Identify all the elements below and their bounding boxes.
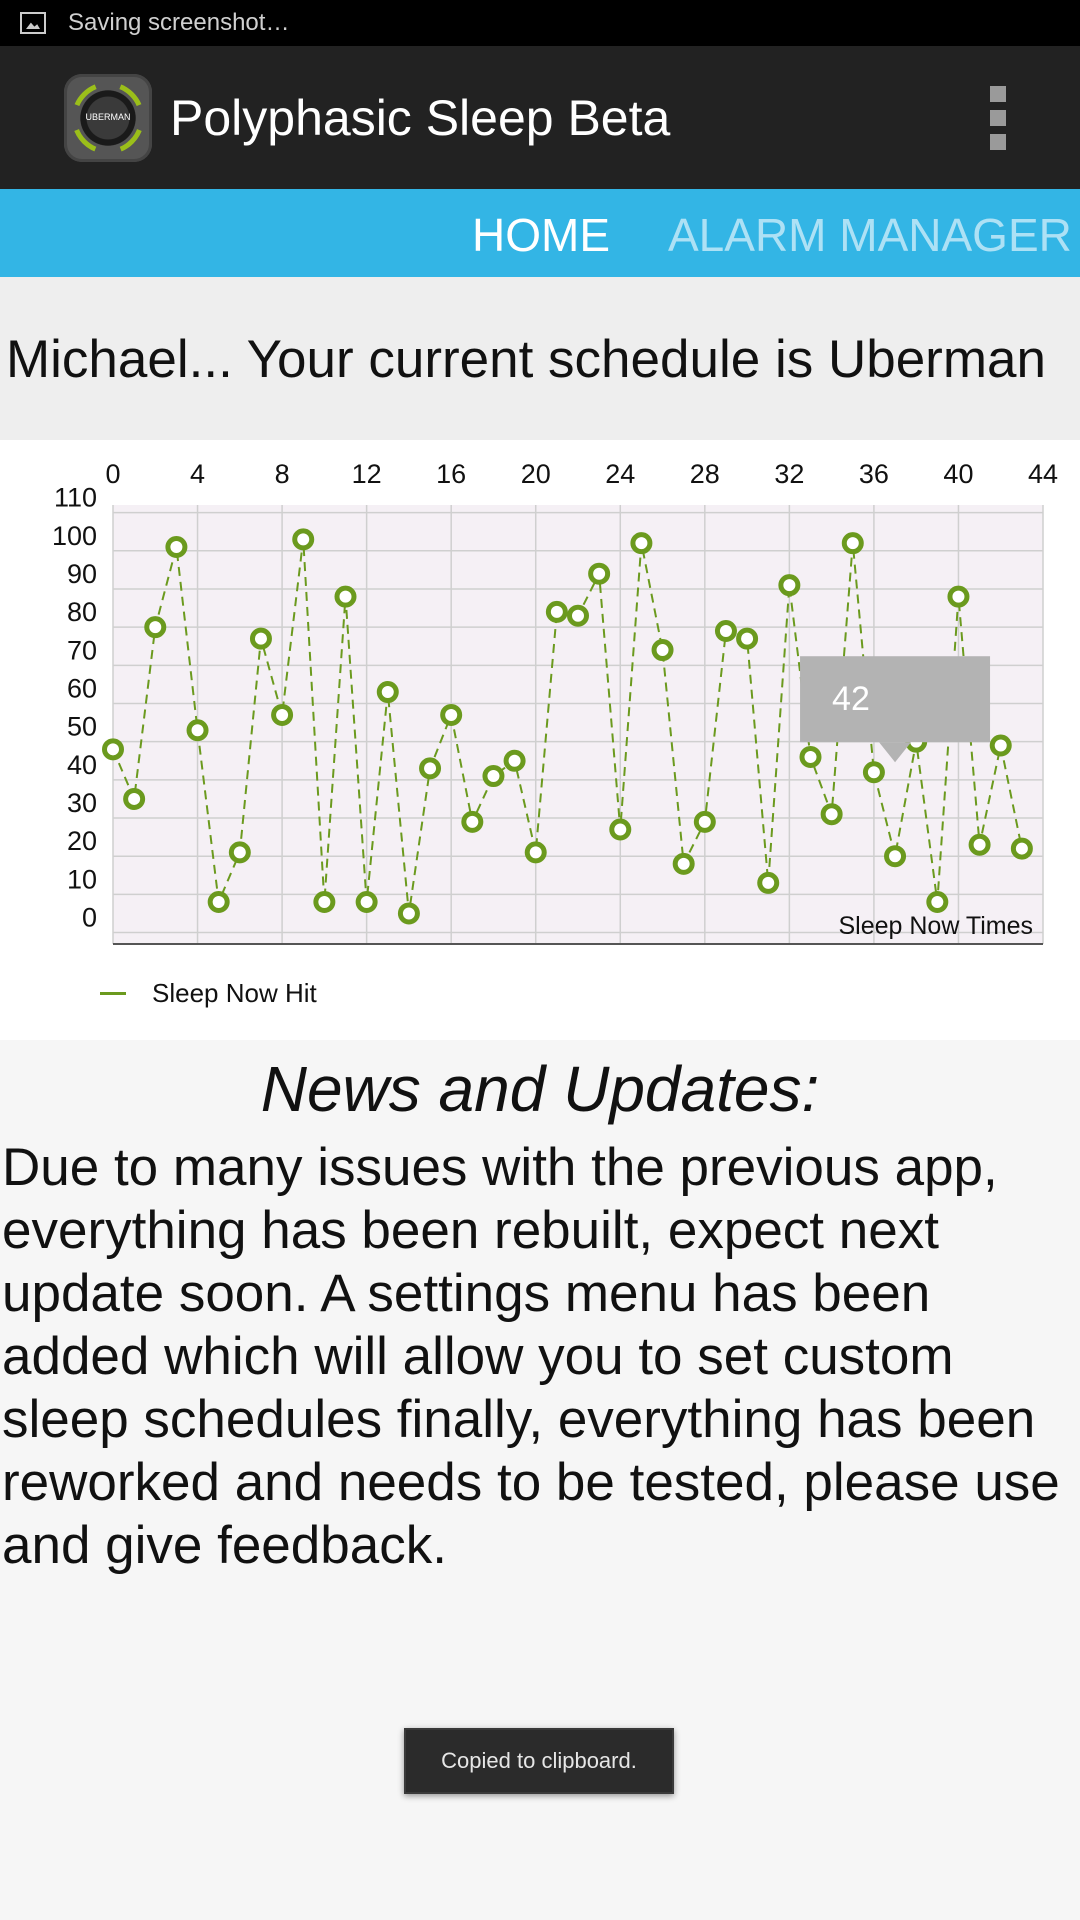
- x-tick-label: 40: [943, 459, 973, 489]
- news-body: Due to many issues with the previous app…: [2, 1138, 1060, 1575]
- data-point: [947, 585, 970, 608]
- y-tick-label: 40: [67, 750, 97, 780]
- y-tick-label: 110: [54, 483, 97, 513]
- data-point: [503, 749, 526, 772]
- overflow-menu-icon[interactable]: [990, 86, 1006, 150]
- y-tick-label: 30: [67, 788, 97, 818]
- x-tick-label: 24: [605, 459, 635, 489]
- news-title: News and Updates:: [260, 1053, 820, 1125]
- y-tick-label: 90: [67, 559, 97, 589]
- tab-alarm-manager[interactable]: ALARM MANAGER: [668, 189, 1072, 277]
- tab-home[interactable]: HOME: [472, 189, 610, 277]
- data-point: [862, 761, 885, 784]
- x-tick-label: 0: [105, 459, 120, 489]
- app-logo-icon[interactable]: UBERMAN: [64, 73, 152, 162]
- data-point: [165, 535, 188, 558]
- data-point: [588, 562, 611, 585]
- y-tick-label: 100: [52, 521, 97, 551]
- screenshot-icon: [20, 12, 46, 34]
- toast-message: Copied to clipboard.: [404, 1728, 674, 1794]
- data-point: [630, 532, 653, 555]
- data-point: [186, 719, 209, 742]
- tooltip-text: 42: [832, 680, 870, 718]
- data-point: [820, 803, 843, 826]
- action-bar: UBERMAN Polyphasic Sleep Beta: [0, 46, 1080, 189]
- data-point: [397, 902, 420, 925]
- x-tick-label: 36: [859, 459, 889, 489]
- legend-label: Sleep Now Hit: [152, 978, 317, 1008]
- tab-bar: HOME ALARM MANAGER: [0, 189, 1080, 277]
- data-point: [567, 604, 589, 627]
- data-point: [144, 616, 167, 639]
- axis-title: Sleep Now Times: [838, 912, 1033, 940]
- data-point: [249, 627, 272, 650]
- tooltip-box: [800, 656, 991, 743]
- x-tick-label: 12: [352, 459, 382, 489]
- y-tick-label: 0: [82, 903, 97, 933]
- data-point: [482, 765, 505, 788]
- schedule-greeting: Michael... Your current schedule is Uber…: [6, 330, 1046, 389]
- data-point: [376, 681, 399, 704]
- data-point: [545, 600, 568, 623]
- x-tick-label: 16: [436, 459, 466, 489]
- y-tick-label: 10: [67, 864, 97, 894]
- data-point: [799, 745, 822, 768]
- y-tick-label: 50: [67, 712, 97, 742]
- data-point: [440, 703, 463, 726]
- legend-swatch: [100, 992, 126, 995]
- app-title: Polyphasic Sleep Beta: [170, 89, 671, 146]
- x-tick-label: 44: [1028, 459, 1058, 489]
- data-point: [1010, 837, 1033, 860]
- data-point: [968, 833, 991, 856]
- data-point: [461, 810, 484, 833]
- data-point: [884, 845, 907, 868]
- notification-text: Saving screenshot…: [68, 9, 290, 36]
- y-tick-label: 80: [67, 597, 97, 627]
- x-tick-label: 8: [275, 459, 290, 489]
- data-point: [271, 703, 294, 726]
- data-point: [736, 627, 759, 650]
- data-point: [841, 532, 864, 555]
- data-point: [524, 841, 547, 864]
- data-point: [926, 891, 949, 914]
- data-point: [102, 738, 124, 761]
- data-point: [609, 818, 632, 841]
- y-tick-label: 20: [67, 826, 97, 856]
- status-bar: Saving screenshot…: [0, 0, 1080, 46]
- data-point: [757, 871, 780, 894]
- data-point: [693, 810, 716, 833]
- data-point: [355, 891, 378, 914]
- y-tick-label: 70: [67, 635, 97, 665]
- greeting-band: Michael... Your current schedule is Uber…: [0, 277, 1080, 440]
- data-point: [207, 891, 230, 914]
- x-tick-label: 4: [190, 459, 205, 489]
- data-point: [313, 891, 336, 914]
- logo-text: UBERMAN: [85, 111, 131, 122]
- data-point: [778, 574, 801, 597]
- x-tick-label: 20: [521, 459, 551, 489]
- data-point: [334, 585, 357, 608]
- x-tick-label: 28: [690, 459, 720, 489]
- data-point: [419, 757, 442, 780]
- x-tick-label: 32: [774, 459, 804, 489]
- data-point: [989, 734, 1012, 757]
- chart-svg: 0 4 8 12 16 20 24 28 32 36 40 441101009080706050403…: [52, 459, 1058, 945]
- data-point: [292, 528, 315, 551]
- data-point: [672, 852, 695, 875]
- data-point: [714, 619, 737, 642]
- data-point: [228, 841, 251, 864]
- data-point: [651, 639, 674, 662]
- sleep-chart: 0 4 8 12 16 20 24 28 32 36 40 44 110 100 90 80 70 60 50 40 3…: [0, 440, 1080, 1040]
- y-tick-label: 60: [67, 674, 97, 704]
- data-point: [123, 787, 146, 810]
